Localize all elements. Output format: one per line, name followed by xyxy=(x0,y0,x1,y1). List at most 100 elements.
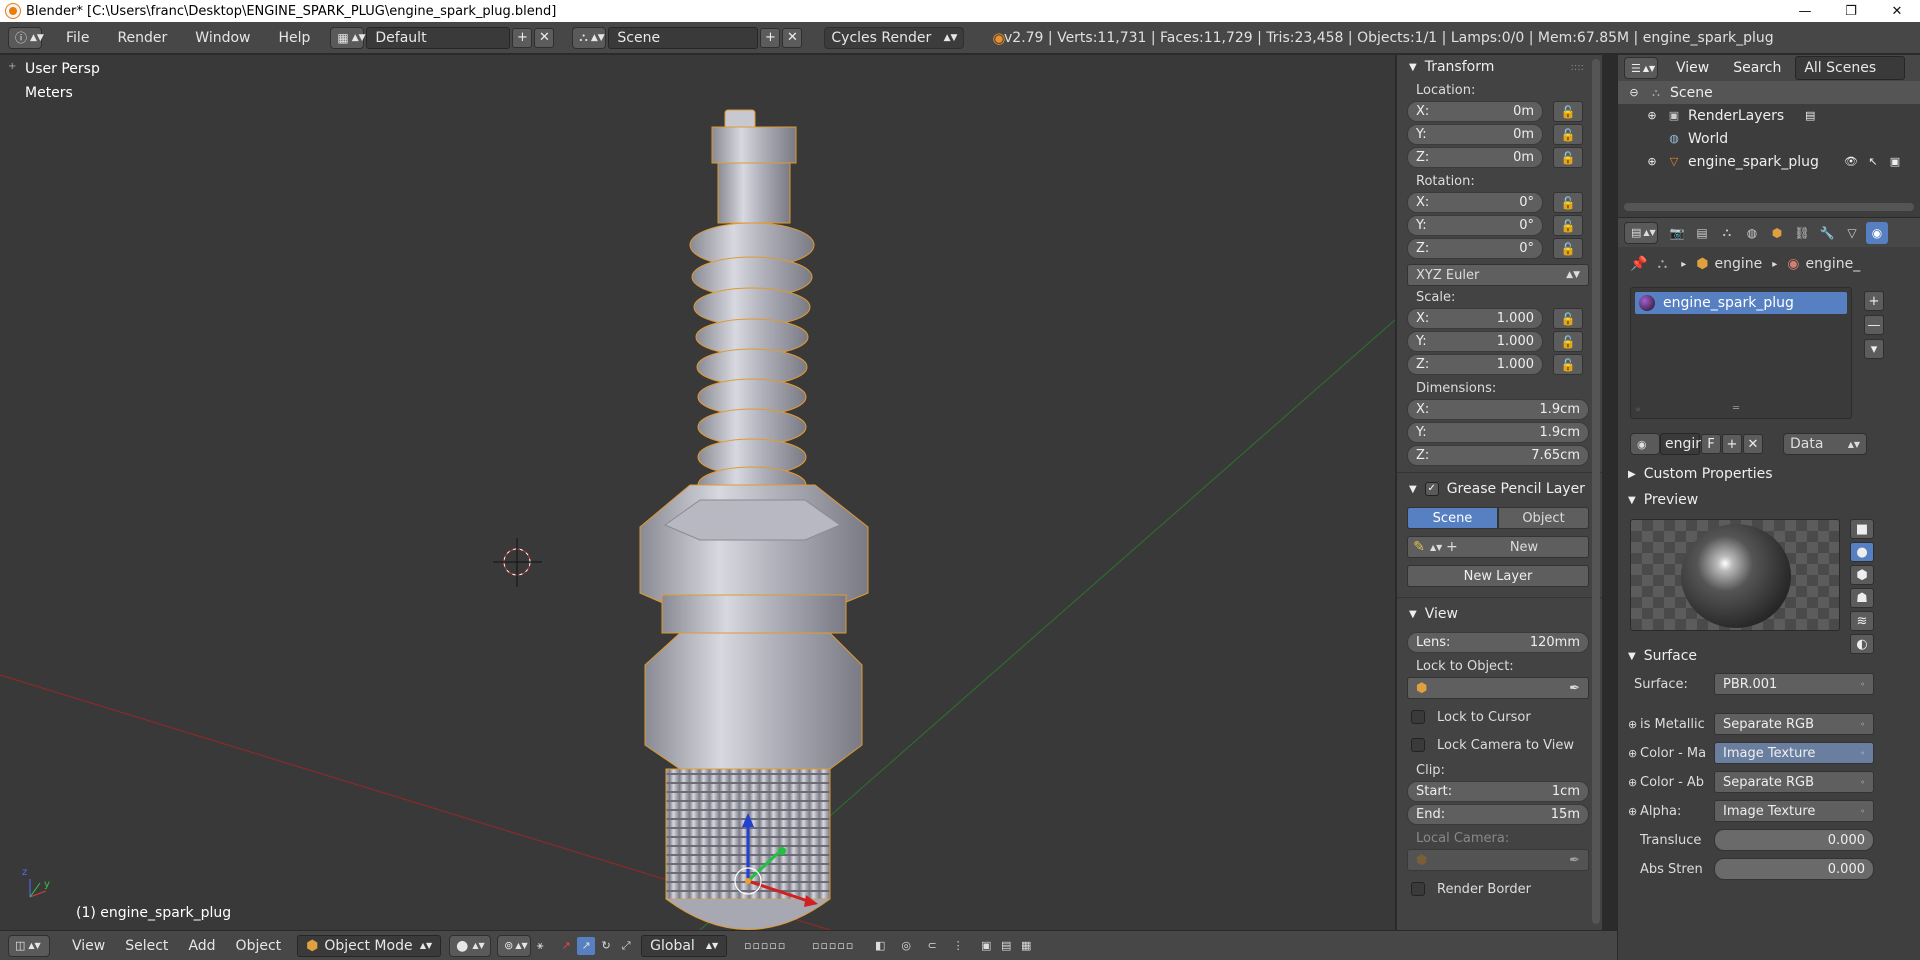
lock-icon[interactable]: 🔓 xyxy=(1553,354,1583,375)
socket-expand-icon[interactable]: ⊕ xyxy=(1628,776,1637,789)
translate-manipulator-icon[interactable]: ↗ xyxy=(557,937,575,955)
render-engine-select[interactable]: Cycles Render ▲▼ xyxy=(824,26,965,49)
add-scene-icon[interactable]: + xyxy=(760,27,781,48)
material-slot-item[interactable]: engine_spark_plug xyxy=(1635,292,1847,314)
viewport-shading-select[interactable]: ● ▲▼ xyxy=(449,934,492,957)
add-icon[interactable]: + xyxy=(1446,539,1460,555)
new-gpencil-button[interactable]: New xyxy=(1460,540,1588,555)
screen-layout-browse-button[interactable]: ▦ ▲▼ xyxy=(330,26,366,49)
3d-view-editor-type-button[interactable]: ◫ ▲▼ xyxy=(8,934,50,957)
color-ab-input[interactable]: Separate RGB ◦ xyxy=(1714,771,1874,793)
lock-icon[interactable]: 🔓 xyxy=(1553,147,1583,168)
grease-pencil-panel-header[interactable]: ▼ ✓ Grease Pencil Layer xyxy=(1397,477,1602,501)
clip-start-field[interactable]: Start: 1cm xyxy=(1407,781,1589,802)
lock-icon[interactable]: 🔓 xyxy=(1553,215,1583,236)
properties-editor-type-button[interactable]: ▤ ▲▼ xyxy=(1624,221,1658,244)
menu-render[interactable]: Render xyxy=(103,30,181,46)
cursor-select-icon[interactable]: ↖ xyxy=(1865,154,1881,170)
is-metallic-input[interactable]: Separate RGB ◦ xyxy=(1714,713,1874,735)
rotation-z-field[interactable]: Z: 0° xyxy=(1407,238,1543,259)
list-resize-handle-icon[interactable]: ═ xyxy=(1733,403,1739,414)
outliner-search-menu[interactable]: Search xyxy=(1733,60,1781,76)
preview-monkey-icon[interactable]: ☗ xyxy=(1850,588,1874,608)
view-panel-header[interactable]: ▼ View xyxy=(1397,602,1602,626)
render-animation-icon[interactable]: ▤ xyxy=(997,937,1015,955)
render-layer-icon[interactable]: ▤ xyxy=(1802,108,1818,124)
add-screen-icon[interactable]: + xyxy=(512,27,533,48)
material-browse-button[interactable]: ◉ xyxy=(1630,433,1660,455)
scale-z-field[interactable]: Z: 1.000 xyxy=(1407,354,1543,375)
grease-pencil-checkbox[interactable]: ✓ xyxy=(1424,482,1439,496)
constraints-tab-icon[interactable]: ⛓ xyxy=(1791,222,1813,244)
lock-icon[interactable]: 🔓 xyxy=(1553,192,1583,213)
manipulator-toggle-icon[interactable]: ⚹ xyxy=(531,937,549,955)
toolshelf-toggle-icon[interactable]: + xyxy=(8,61,16,72)
abs-strength-slider[interactable]: 0.000 xyxy=(1714,858,1874,880)
snap-magnet-icon[interactable]: ⊂ xyxy=(923,937,941,955)
add-slot-icon[interactable]: + xyxy=(1864,291,1884,311)
editor-type-button[interactable]: ⓘ ▲▼ xyxy=(8,26,44,49)
clip-end-field[interactable]: End: 15m xyxy=(1407,804,1589,825)
outliner-item-world[interactable]: ◍ World xyxy=(1618,127,1920,150)
resize-dot-icon[interactable]: ◦ xyxy=(1635,405,1641,416)
location-z-field[interactable]: Z: 0m xyxy=(1407,147,1543,168)
menu-view[interactable]: View xyxy=(62,938,115,954)
menu-help[interactable]: Help xyxy=(264,30,324,46)
material-slot-list[interactable]: engine_spark_plug ◦ ═ xyxy=(1630,287,1852,419)
lock-icon[interactable]: 🔓 xyxy=(1553,331,1583,352)
menu-object[interactable]: Object xyxy=(226,938,292,954)
tab-scene[interactable]: Scene xyxy=(1407,507,1498,529)
lock-to-cursor-row[interactable]: Lock to Cursor xyxy=(1397,703,1602,731)
preview-sphere-icon[interactable]: ● xyxy=(1850,542,1874,562)
menu-add[interactable]: Add xyxy=(178,938,225,954)
fake-user-button[interactable]: F xyxy=(1701,434,1721,454)
outliner-tree[interactable]: ⊖ ⛬ Scene ⊕ ▣ RenderLayers ▤ ◍ World ⊕ ▽… xyxy=(1618,81,1920,217)
layers-grid-icon[interactable]: ▫▫▫▫▫ xyxy=(735,937,795,955)
custom-properties-header[interactable]: ▶ Custom Properties xyxy=(1618,461,1920,487)
outliner-item-scene[interactable]: ⊖ ⛬ Scene xyxy=(1618,81,1920,104)
lock-camera-checkbox[interactable] xyxy=(1411,738,1425,752)
lock-icon[interactable]: 🔓 xyxy=(1553,308,1583,329)
socket-expand-icon[interactable]: ⊕ xyxy=(1628,718,1637,731)
layers-grid-icon[interactable]: ▫▫▫▫▫ xyxy=(803,937,863,955)
render-border-checkbox[interactable] xyxy=(1411,882,1425,896)
outliner-view-menu[interactable]: View xyxy=(1676,60,1709,76)
world-tab-icon[interactable]: ◍ xyxy=(1741,222,1763,244)
expand-icon[interactable]: ⊕ xyxy=(1644,108,1660,124)
surface-shader-select[interactable]: PBR.001 ◦ xyxy=(1714,673,1874,695)
lens-field[interactable]: Lens: 120mm xyxy=(1407,632,1589,653)
translucency-slider[interactable]: 0.000 xyxy=(1714,829,1874,851)
outliner-display-mode-select[interactable]: All Scenes xyxy=(1795,56,1906,80)
outliner-item-renderlayers[interactable]: ⊕ ▣ RenderLayers ▤ xyxy=(1618,104,1920,127)
pencil-icon[interactable]: ✎ xyxy=(1408,539,1430,555)
minimize-button[interactable]: — xyxy=(1782,0,1828,22)
drag-handle-icon[interactable]: :::: xyxy=(1571,62,1584,73)
lock-to-cursor-checkbox[interactable] xyxy=(1411,710,1425,724)
lock-object-field[interactable]: ⬢ ✒ xyxy=(1407,677,1589,699)
lock-icon[interactable]: 🔓 xyxy=(1553,101,1583,122)
expand-icon[interactable]: ⊕ xyxy=(1644,154,1660,170)
opengl-render-icon[interactable]: ▣ xyxy=(977,937,995,955)
pivot-point-select[interactable]: ⊚ ▲▼ xyxy=(497,934,532,957)
location-y-field[interactable]: Y: 0m xyxy=(1407,124,1543,145)
remove-slot-icon[interactable]: — xyxy=(1864,315,1884,335)
close-window-button[interactable]: ✕ xyxy=(1874,0,1920,22)
lock-icon[interactable]: 🔓 xyxy=(1553,124,1583,145)
menu-select[interactable]: Select xyxy=(115,938,178,954)
preview-cube-icon[interactable]: ⬢ xyxy=(1850,565,1874,585)
preview-flat-icon[interactable]: ■ xyxy=(1850,519,1874,539)
socket-expand-icon[interactable]: ⊕ xyxy=(1628,805,1637,818)
data-tab-icon[interactable]: ▽ xyxy=(1841,222,1863,244)
pin-icon[interactable]: 📌 xyxy=(1630,256,1647,272)
slot-specials-icon[interactable]: ▾ xyxy=(1864,339,1884,359)
scene-browse-button[interactable]: ⛬ ▲▼ xyxy=(572,26,607,49)
proportional-edit-icon[interactable]: ◎ xyxy=(897,937,915,955)
material-name-field[interactable]: engin xyxy=(1660,433,1704,455)
lock-icon[interactable]: 🔓 xyxy=(1553,238,1583,259)
outliner-editor-type-button[interactable]: ☰ ▲▼ xyxy=(1624,57,1658,79)
translate-icon[interactable]: ↗ xyxy=(577,936,596,955)
dimensions-z-field[interactable]: Z: 7.65cm xyxy=(1407,445,1589,466)
delete-screen-icon[interactable]: ✕ xyxy=(534,27,555,48)
delete-scene-icon[interactable]: ✕ xyxy=(782,27,803,48)
mode-select[interactable]: ⬢ Object Mode ▲▼ xyxy=(297,934,442,957)
